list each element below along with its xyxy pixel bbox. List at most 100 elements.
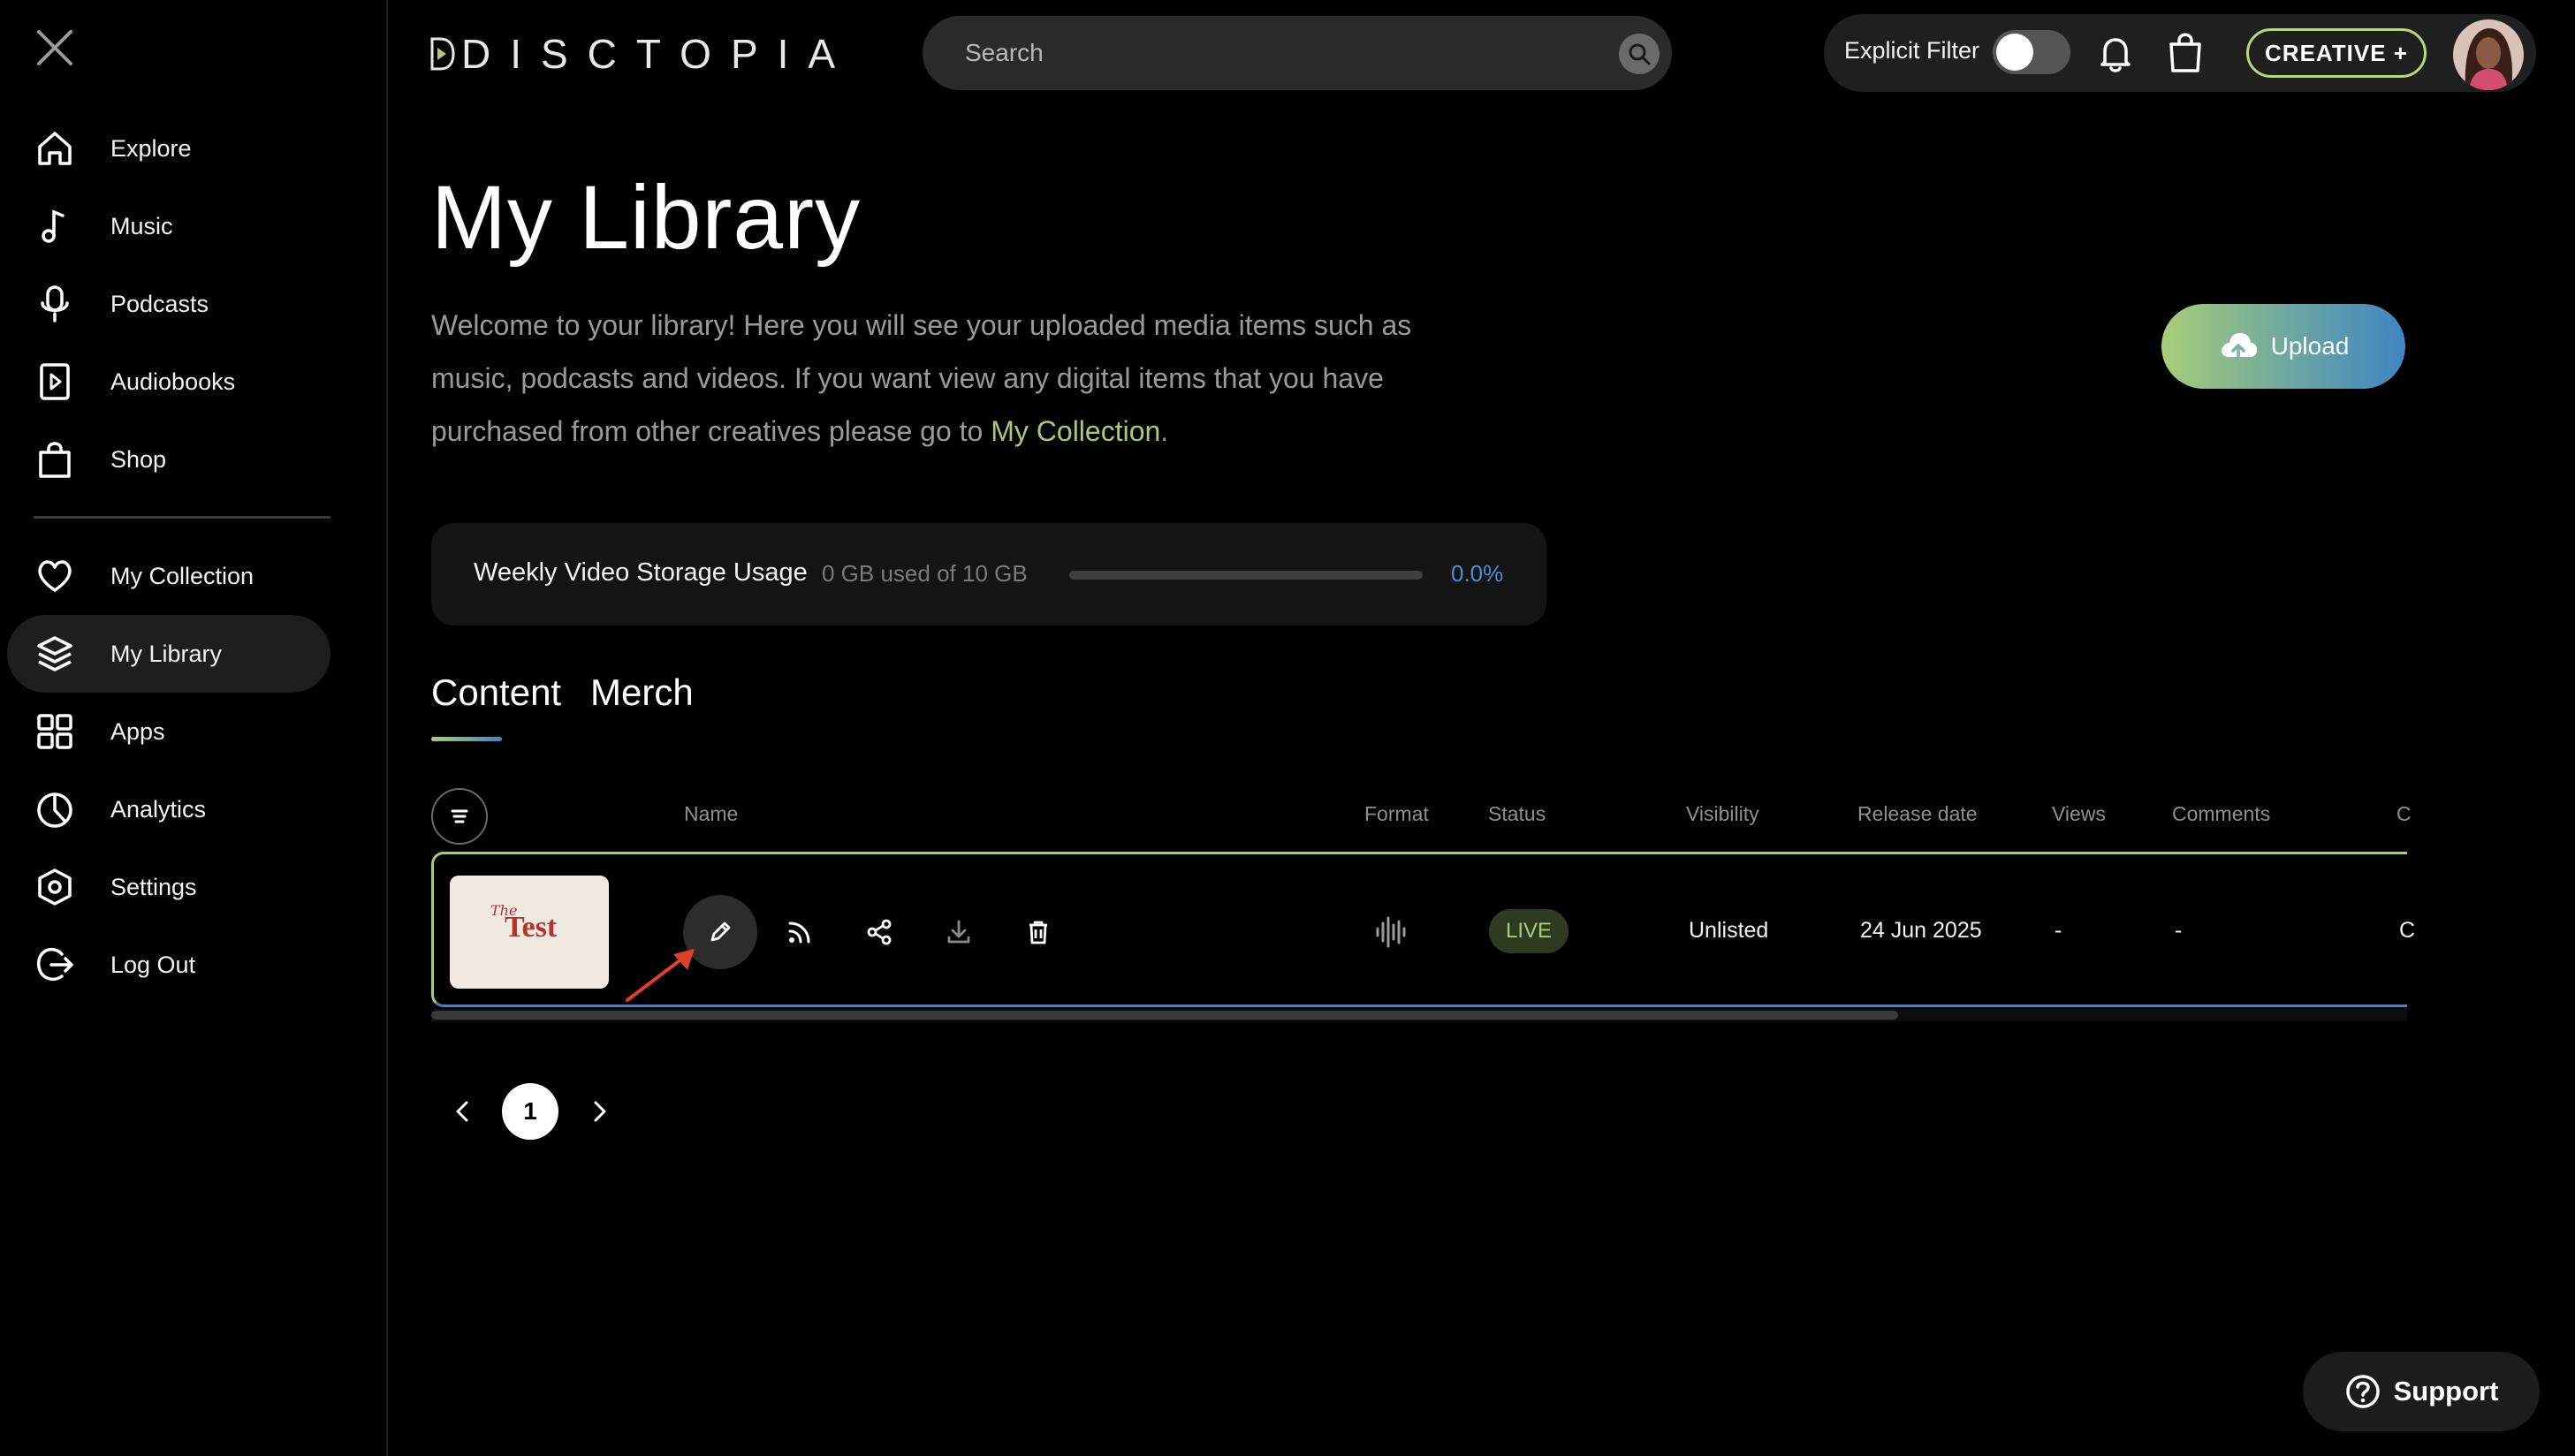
toggle-knob (1996, 34, 2033, 71)
list-icon (451, 809, 468, 823)
support-label: Support (2393, 1376, 2499, 1407)
user-toolbar: Explicit Filter CREATIVE + (1824, 14, 2536, 92)
chevron-left-icon (456, 1101, 468, 1122)
grid-icon (35, 712, 74, 751)
active-tab-indicator (431, 737, 502, 741)
column-header-status[interactable]: Status (1488, 802, 1546, 826)
sidebar-item-apps[interactable]: Apps (7, 693, 330, 770)
sidebar-item-analytics[interactable]: Analytics (7, 770, 330, 848)
storage-usage-text: 0 GB used of 10 GB (822, 560, 1028, 587)
extra-cell: C (2399, 918, 2416, 943)
share-icon (867, 919, 892, 945)
column-header-extra[interactable]: C (2396, 802, 2412, 826)
avatar[interactable] (2453, 19, 2524, 90)
sidebar-item-shop[interactable]: Shop (7, 421, 330, 498)
sidebar-item-podcasts[interactable]: Podcasts (7, 265, 330, 343)
cloud-upload-icon (2221, 332, 2257, 362)
column-header-views[interactable]: Views (2052, 802, 2106, 826)
logout-icon (35, 945, 74, 984)
search-input[interactable] (965, 35, 1584, 71)
sidebar-item-audiobooks[interactable]: Audiobooks (7, 343, 330, 421)
table-row[interactable]: The Test LIVE Unlisted 24 Jun 2025 - - C (431, 852, 2415, 1007)
page-number-button[interactable]: 1 (502, 1083, 558, 1140)
sidebar-item-settings[interactable]: Settings (7, 848, 330, 926)
sidebar-item-log-out[interactable]: Log Out (7, 926, 330, 1004)
table-header: Name Format Status Visibility Release da… (431, 783, 2412, 846)
views-cell: - (2055, 918, 2062, 943)
sidebar-item-label: Audiobooks (110, 368, 236, 395)
previous-page-button[interactable] (445, 1092, 477, 1131)
column-header-visibility[interactable]: Visibility (1686, 802, 1759, 826)
sidebar-item-label: Apps (110, 717, 165, 745)
play-book-icon (35, 362, 74, 401)
sidebar-item-music[interactable]: Music (7, 187, 330, 265)
search-icon[interactable] (1619, 34, 1660, 74)
table-horizontal-scrollbar[interactable] (431, 1009, 2407, 1021)
microphone-icon (35, 284, 74, 323)
creative-plus-button[interactable]: CREATIVE + (2246, 28, 2427, 78)
chevron-right-icon (594, 1101, 606, 1122)
column-header-release-date[interactable]: Release date (1857, 802, 1978, 826)
sidebar: Explore Music Podcasts Audiobooks Shop M… (0, 0, 388, 1456)
tab-content[interactable]: Content (431, 671, 561, 714)
trash-icon (1029, 921, 1047, 944)
status-badge: LIVE (1489, 909, 1569, 953)
explicit-filter-label: Explicit Filter (1844, 37, 1980, 64)
page-title: My Library (431, 167, 862, 268)
sidebar-item-explore[interactable]: Explore (7, 110, 330, 187)
next-page-button[interactable] (585, 1092, 617, 1131)
sidebar-item-label: My Collection (110, 562, 254, 589)
sidebar-item-label: Podcasts (110, 290, 209, 317)
column-header-name[interactable]: Name (684, 802, 738, 826)
storage-progress-bar (1069, 571, 1423, 580)
sidebar-divider (34, 516, 330, 519)
logo-text: DISCTOPIA (461, 31, 855, 77)
sidebar-item-label: Shop (110, 445, 167, 473)
storage-usage-card: Weekly Video Storage Usage 0 GB used of … (431, 523, 1546, 626)
rss-icon (788, 921, 810, 944)
visibility-cell: Unlisted (1689, 918, 1769, 943)
logo[interactable]: DISCTOPIA (429, 31, 855, 77)
sidebar-item-my-collection[interactable]: My Collection (7, 537, 330, 615)
logo-mark-icon (430, 37, 455, 71)
sidebar-item-my-library[interactable]: My Library (7, 615, 330, 693)
sidebar-item-label: Settings (110, 873, 197, 900)
home-icon (35, 129, 74, 168)
pie-chart-icon (35, 790, 74, 829)
upload-button[interactable]: Upload (2161, 304, 2405, 389)
shopping-bag-icon (35, 440, 74, 479)
explicit-filter-toggle[interactable] (1993, 30, 2070, 74)
music-note-icon (35, 207, 74, 246)
close-icon[interactable] (34, 27, 76, 69)
sidebar-item-label: Music (110, 212, 173, 239)
scrollbar-thumb[interactable] (431, 1011, 1898, 1020)
tab-merch[interactable]: Merch (590, 671, 694, 714)
intro-body: Welcome to your library! Here you will s… (431, 309, 1412, 447)
thumbnail-text-big: Test (505, 911, 558, 944)
sidebar-item-label: Log Out (110, 951, 196, 978)
bell-icon[interactable] (2094, 32, 2137, 74)
column-header-format[interactable]: Format (1364, 802, 1429, 826)
storage-percent: 0.0% (1451, 560, 1504, 587)
heart-icon (35, 557, 74, 595)
download-button[interactable] (922, 895, 996, 969)
storage-label: Weekly Video Storage Usage (474, 558, 808, 587)
pencil-icon (710, 921, 731, 942)
column-header-comments[interactable]: Comments (2172, 802, 2270, 826)
search-bar (923, 16, 1672, 90)
my-collection-link[interactable]: My Collection (991, 415, 1160, 447)
audio-waveform-icon (1372, 914, 1408, 950)
share-button[interactable] (842, 895, 916, 969)
media-thumbnail[interactable]: The Test (450, 876, 609, 989)
rss-button[interactable] (763, 895, 837, 969)
column-menu-button[interactable] (431, 788, 488, 845)
settings-icon (35, 868, 74, 906)
upload-label: Upload (2270, 332, 2350, 360)
support-button[interactable]: Support (2303, 1352, 2540, 1431)
cart-bag-icon[interactable] (2164, 30, 2207, 74)
release-date-cell: 24 Jun 2025 (1860, 918, 1982, 943)
intro-text: Welcome to your library! Here you will s… (431, 299, 1474, 458)
delete-button[interactable] (1001, 895, 1075, 969)
help-circle-icon (2345, 1375, 2380, 1408)
comments-cell: - (2175, 918, 2183, 943)
